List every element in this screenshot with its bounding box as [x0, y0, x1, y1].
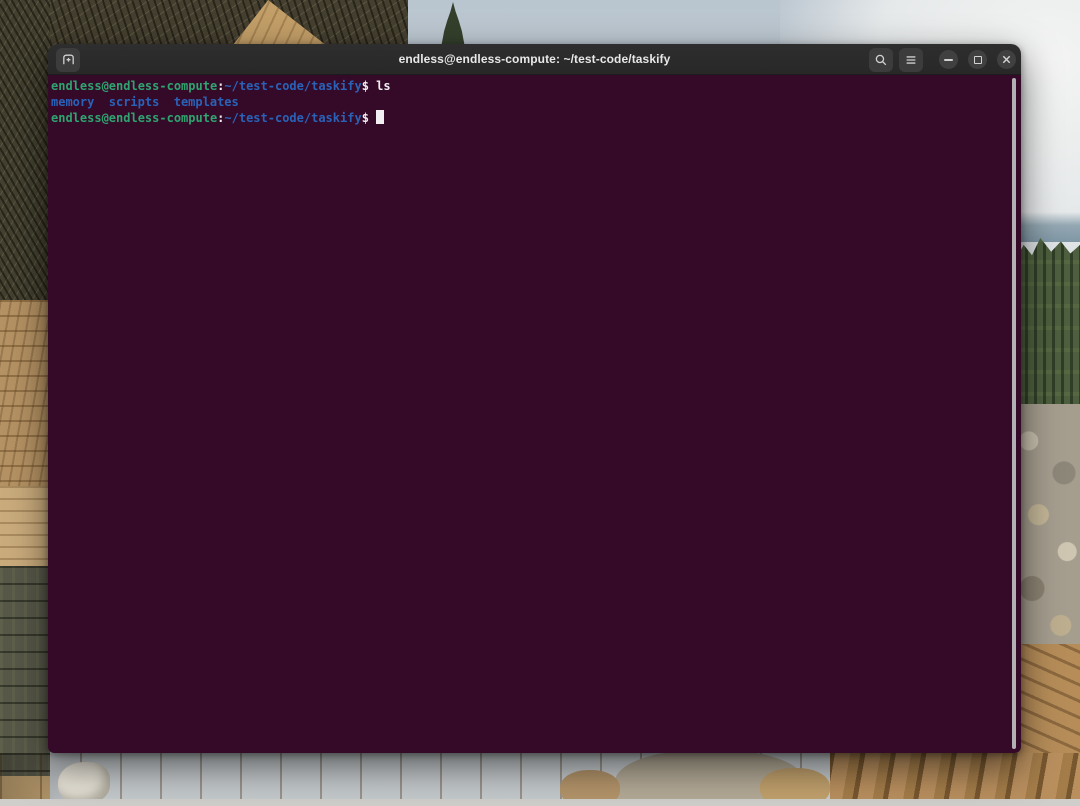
search-icon — [874, 53, 888, 67]
wallpaper-pine-tree — [440, 2, 466, 46]
terminal-content[interactable]: endless@endless-compute:~/test-code/task… — [48, 75, 1021, 753]
desktop-wallpaper: endless@endless-compute: ~/test-code/tas… — [0, 0, 1080, 806]
wallpaper-white-object — [58, 762, 110, 804]
wallpaper-rocky-slope — [1016, 404, 1080, 650]
close-icon — [1001, 54, 1012, 65]
wallpaper-shingles — [0, 300, 50, 492]
directory-name: scripts — [109, 95, 160, 109]
new-tab-button[interactable] — [56, 48, 80, 72]
directory-name: templates — [174, 95, 239, 109]
wallpaper-log-beam — [0, 486, 50, 568]
search-button[interactable] — [869, 48, 893, 72]
wallpaper-mountain-ridge — [1016, 212, 1080, 242]
prompt-path: ~/test-code/taskify — [224, 79, 361, 93]
wallpaper-forest — [1016, 238, 1080, 410]
terminal-scrollbar[interactable] — [1012, 78, 1016, 749]
prompt-symbol: $ — [362, 111, 369, 125]
minimize-icon — [944, 59, 953, 61]
wallpaper-twigs — [0, 0, 50, 318]
terminal-prompt-line: endless@endless-compute:~/test-code/task… — [51, 79, 1005, 95]
prompt-user-host: endless@endless-compute — [51, 79, 217, 93]
menu-icon — [904, 53, 918, 67]
wallpaper-shingles — [0, 566, 50, 778]
maximize-button[interactable] — [968, 50, 987, 69]
prompt-user-host: endless@endless-compute — [51, 111, 217, 125]
close-button[interactable] — [997, 50, 1016, 69]
prompt-symbol: $ — [362, 79, 369, 93]
new-tab-icon — [61, 52, 76, 67]
menu-button[interactable] — [899, 48, 923, 72]
dock-edge — [0, 799, 1080, 806]
terminal-titlebar[interactable]: endless@endless-compute: ~/test-code/tas… — [48, 44, 1021, 75]
minimize-button[interactable] — [939, 50, 958, 69]
prompt-path: ~/test-code/taskify — [224, 111, 361, 125]
typed-command: ls — [376, 79, 390, 93]
terminal-output-line: memory scripts templates — [51, 95, 1005, 111]
terminal-prompt-line: endless@endless-compute:~/test-code/task… — [51, 110, 1005, 127]
directory-name: memory — [51, 95, 94, 109]
terminal-cursor — [376, 110, 384, 124]
maximize-icon — [974, 56, 982, 64]
terminal-window: endless@endless-compute: ~/test-code/tas… — [48, 44, 1021, 753]
